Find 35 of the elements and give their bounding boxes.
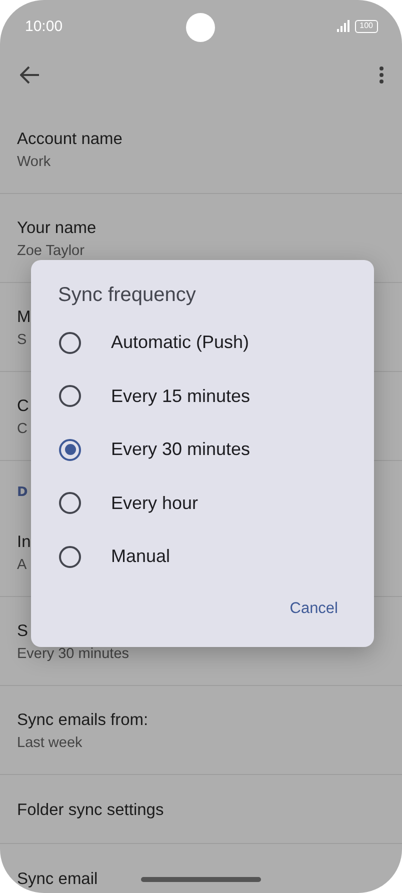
section-header: D: [17, 484, 28, 502]
option-label[interactable]: Every hour: [111, 492, 198, 514]
setting-title[interactable]: S: [17, 619, 28, 643]
setting-title[interactable]: Folder sync settings: [17, 798, 164, 822]
setting-value: S: [17, 331, 27, 350]
option-label[interactable]: Every 15 minutes: [111, 386, 250, 407]
option-label[interactable]: Manual: [111, 546, 170, 568]
setting-title[interactable]: Sync emails from:: [17, 708, 148, 732]
setting-title[interactable]: M: [17, 305, 31, 329]
radio-button[interactable]: [59, 385, 81, 408]
setting-value: Zoe Taylor: [17, 242, 84, 261]
option-label[interactable]: Every 30 minutes: [111, 439, 250, 460]
setting-value: Last week: [17, 734, 82, 753]
setting-value: C: [17, 420, 28, 439]
dialog-title: Sync frequency: [57, 283, 197, 308]
setting-value: Every 30 minutes: [17, 645, 130, 664]
back-arrow-icon[interactable]: [20, 66, 40, 84]
more-options-icon[interactable]: [379, 66, 384, 84]
radio-button[interactable]: [59, 332, 81, 354]
setting-value: Work: [17, 153, 51, 172]
cancel-button[interactable]: Cancel: [278, 594, 350, 624]
setting-title[interactable]: C: [17, 394, 29, 418]
signal-icon: [336, 20, 350, 32]
radio-button[interactable]: [59, 492, 81, 514]
setting-value: A: [17, 556, 27, 575]
setting-title[interactable]: In: [17, 530, 31, 554]
option-label[interactable]: Automatic (Push): [111, 332, 250, 354]
setting-title[interactable]: Your name: [17, 216, 96, 240]
setting-title[interactable]: Account name: [17, 127, 122, 151]
battery-indicator: 100: [354, 20, 378, 32]
camera-cutout: [186, 13, 215, 42]
radio-button[interactable]: [59, 438, 81, 461]
clock-time: 10:00: [25, 18, 63, 34]
setting-title[interactable]: Sync email: [17, 867, 98, 891]
radio-button[interactable]: [59, 546, 81, 568]
